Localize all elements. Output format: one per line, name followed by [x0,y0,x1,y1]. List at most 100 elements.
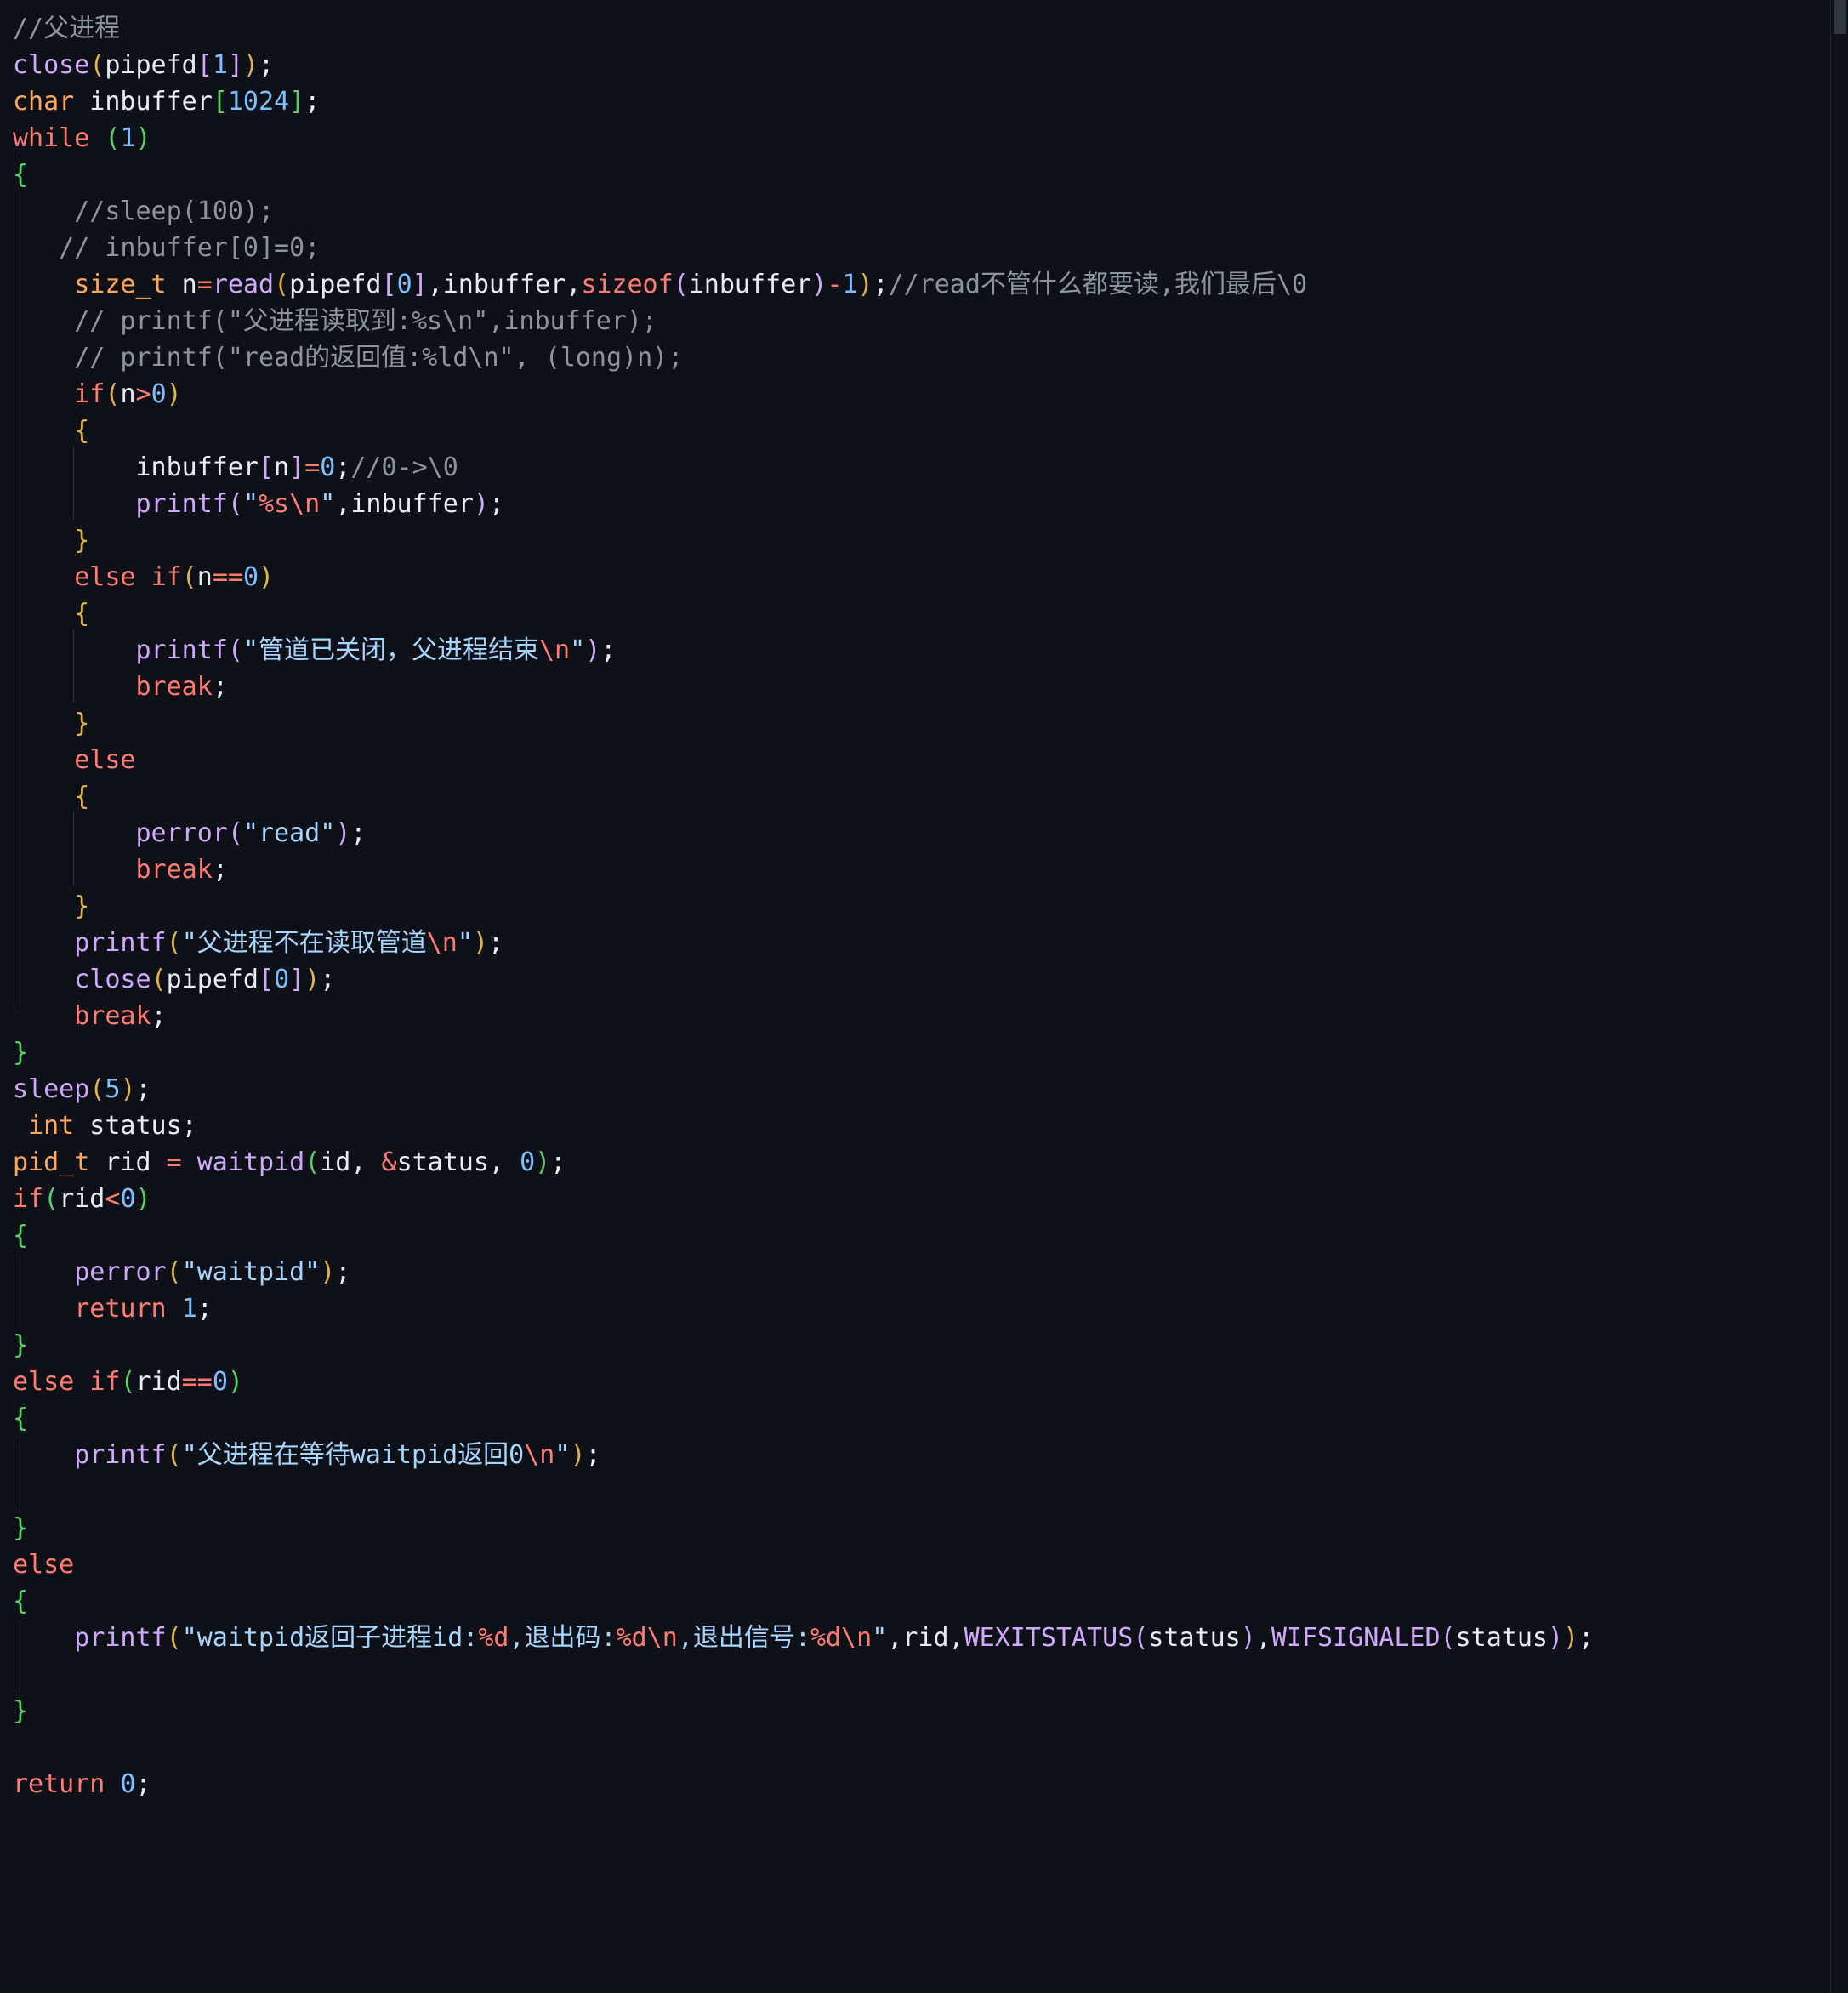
code-line[interactable]: printf("%s\n",inbuffer); [13,486,1594,522]
code-token: ( [227,818,243,848]
code-line[interactable]: else [13,1546,1594,1583]
code-line[interactable]: if(n>0) [13,376,1594,413]
code-line[interactable] [13,1729,1594,1766]
code-line[interactable]: } [13,1693,1594,1729]
code-line[interactable]: //sleep(100); [13,193,1594,230]
code-token: , [1255,1623,1271,1653]
code-token: pipefd [166,965,259,994]
code-token: < [105,1184,121,1214]
code-token: ( [89,1074,105,1104]
code-token: ) [473,489,489,519]
code-token: { [74,416,90,446]
code-line[interactable]: // inbuffer[0]=0; [13,230,1594,266]
code-token: while [13,123,90,153]
code-token: } [13,1330,29,1360]
code-line[interactable]: { [13,1400,1594,1437]
code-token: ,inbuffer [335,489,474,519]
code-line[interactable]: if(rid<0) [13,1181,1594,1217]
code-line[interactable]: while (1) [13,120,1594,157]
code-line[interactable]: close(pipefd[0]); [13,961,1594,998]
code-line[interactable]: { [13,595,1594,632]
code-line[interactable]: else if(rid==0) [13,1364,1594,1400]
code-line[interactable]: { [13,1583,1594,1620]
code-line[interactable]: // printf("父进程读取到:%s\n",inbuffer); [13,303,1594,339]
vertical-scrollbar[interactable] [1830,0,1848,1993]
code-line[interactable]: { [13,413,1594,449]
code-line[interactable]: break; [13,851,1594,888]
code-line[interactable]: break; [13,669,1594,705]
code-text-area[interactable]: //父进程 close(pipefd[1]); char inbuffer[1024… [0,10,1829,1802]
code-line[interactable]: close(pipefd[1]); [0,47,1829,83]
code-line[interactable]: size_t n=read(pipefd[0],inbuffer,sizeof(… [13,266,1594,303]
code-token: ) [1563,1623,1579,1653]
code-token: } [74,891,90,921]
code-line[interactable]: perror("waitpid"); [13,1254,1594,1290]
code-token: " [872,1623,888,1653]
code-token: inbuffer [688,270,812,299]
code-token: WIFSIGNALED [1271,1623,1441,1653]
code-line[interactable]: else [13,742,1594,778]
code-token: = [304,453,321,482]
code-line[interactable]: printf("父进程在等待waitpid返回0\n"); [13,1437,1594,1473]
code-token: inbuffer [13,453,259,482]
code-token: { [13,1221,29,1250]
code-line[interactable]: } [13,705,1594,742]
code-line[interactable]: sleep(5); [13,1071,1594,1108]
code-line[interactable]: break; [13,998,1594,1034]
code-line[interactable]: perror("read"); [13,815,1594,851]
code-token: { [74,599,90,629]
code-token: ,退出码: [509,1623,617,1653]
code-token: ) [857,270,873,299]
code-line[interactable]: printf("waitpid返回子进程id:%d,退出码:%d\n,退出信号:… [13,1620,1594,1656]
code-token: ) [1240,1623,1256,1653]
code-token: } [13,1513,29,1543]
code-token: 0 [120,1769,136,1799]
code-token: 1 [842,270,858,299]
code-line[interactable]: char inbuffer[1024]; [13,83,1594,120]
code-line[interactable]: printf("管道已关闭，父进程结束\n"); [13,632,1594,669]
code-line[interactable]: { [13,1217,1594,1254]
code-line[interactable]: int status; [13,1108,1594,1144]
code-token: sizeof [581,270,674,299]
code-token: 0 [274,965,290,994]
code-line[interactable]: return 1; [13,1290,1594,1327]
code-line[interactable]: { [13,157,1594,193]
code-line[interactable]: inbuffer[n]=0;//0->\0 [13,449,1594,486]
code-token: pipefd [105,50,197,80]
code-line[interactable]: else if(n==0) [13,559,1594,595]
code-line[interactable]: } [13,1034,1594,1071]
code-token: ; [135,1769,151,1799]
code-line[interactable]: // printf("read的返回值:%ld\n", (long)n); [13,339,1594,376]
code-token: status [1455,1623,1548,1653]
code-token: ; [600,635,617,665]
code-line[interactable]: pid_t rid = waitpid(id, &status, 0); [13,1144,1594,1181]
code-editor[interactable]: //父进程 close(pipefd[1]); char inbuffer[1024… [0,0,1829,1993]
code-token: printf [74,1623,167,1653]
code-token: inbuffer [74,87,213,117]
code-token: 1 [181,1294,197,1324]
code-line[interactable]: } [13,522,1594,559]
code-line[interactable] [13,1473,1594,1510]
code-line[interactable]: } [13,888,1594,925]
code-line[interactable]: } [13,1327,1594,1364]
code-line[interactable]: //父进程 [13,10,1594,47]
code-token: break [135,855,213,885]
code-token: ] [412,270,428,299]
code-line[interactable]: return 0; [13,1766,1594,1802]
code-token: ] [289,87,305,117]
code-line[interactable]: { [13,778,1594,815]
code-line[interactable]: } [13,1510,1594,1546]
code-token: ; [212,855,228,885]
code-token: // inbuffer[0]=0; [13,233,321,263]
scrollbar-thumb[interactable] [1834,0,1846,34]
code-line[interactable]: printf("父进程不在读取管道\n"); [13,925,1594,961]
code-token: " [570,635,586,665]
code-token: // printf("父进程读取到:%s\n",inbuffer); [13,306,657,336]
code-line[interactable] [13,1656,1594,1693]
